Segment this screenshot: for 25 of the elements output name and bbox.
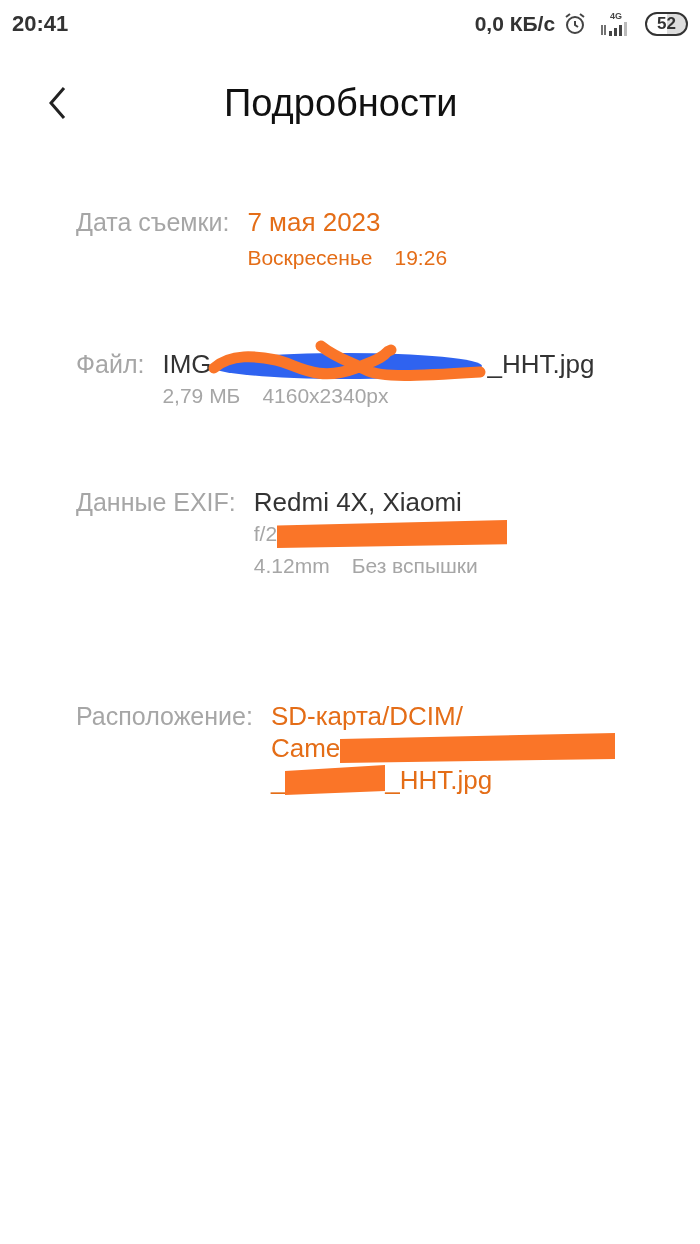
detail-value: SD-карта/DCIM/ bbox=[270, 700, 463, 732]
detail-value: f/2 bbox=[253, 521, 278, 547]
back-icon bbox=[48, 86, 68, 120]
detail-label: Данные EXIF: bbox=[76, 487, 236, 518]
detail-label: Расположение: bbox=[76, 701, 253, 732]
detail-value: _HHT.jpg bbox=[385, 764, 493, 796]
detail-value: Redmi 4X, Xiaomi bbox=[253, 486, 462, 518]
detail-label: Дата съемки: bbox=[76, 207, 230, 238]
battery-level: 52 bbox=[645, 12, 688, 36]
page-title: Подробности bbox=[224, 81, 458, 125]
detail-value: Came bbox=[270, 732, 341, 764]
detail-value: 19:26 bbox=[394, 245, 448, 271]
detail-value: 4160x2340px bbox=[262, 383, 389, 409]
detail-value: 2,79 МБ bbox=[162, 383, 241, 409]
detail-value: _HHT.jpg bbox=[487, 348, 595, 380]
network-speed: 0,0 КБ/с bbox=[474, 12, 556, 36]
detail-value: IMG bbox=[162, 348, 212, 380]
detail-value: 7 мая 2023 bbox=[247, 206, 381, 238]
detail-label: Файл: bbox=[76, 349, 145, 380]
detail-value: Без вспышки bbox=[351, 553, 478, 579]
detail-value: Воскресенье bbox=[247, 245, 373, 271]
detail-value: 4.12mm bbox=[253, 553, 330, 579]
network-type: 4G bbox=[610, 11, 623, 21]
clock-time: 20:41 bbox=[12, 11, 69, 37]
detail-value: _ bbox=[270, 764, 286, 796]
